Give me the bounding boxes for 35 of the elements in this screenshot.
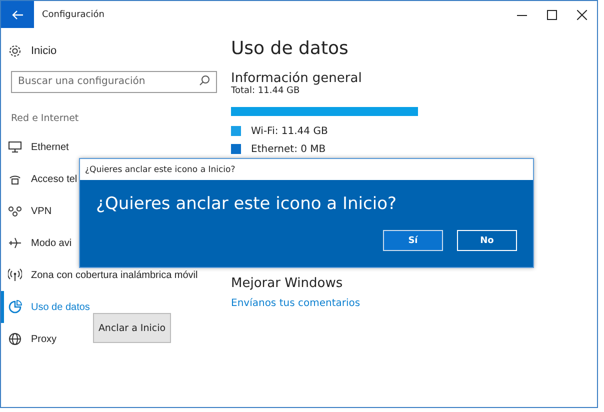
search-field[interactable]: Buscar una configuración bbox=[11, 70, 217, 92]
nav-item[interactable]: Proxy bbox=[1, 323, 57, 355]
dialog-button[interactable]: No bbox=[457, 230, 517, 251]
pie-chart-icon bbox=[8, 300, 22, 314]
monitor-icon bbox=[8, 140, 22, 154]
close-icon bbox=[577, 10, 587, 20]
antenna-icon bbox=[8, 268, 22, 282]
nav-item[interactable]: VPN bbox=[1, 195, 52, 227]
feedback-link[interactable]: Envíanos tus comentarios bbox=[231, 298, 597, 309]
airplane-icon bbox=[8, 236, 22, 250]
total-label: Total: 11.44 GB bbox=[231, 86, 301, 96]
page-title: Uso de datos bbox=[231, 38, 350, 59]
section-heading: Información general bbox=[231, 71, 363, 86]
menu-item[interactable]: Anclar a Inicio bbox=[94, 314, 170, 342]
globe-icon bbox=[8, 332, 22, 346]
nav-item[interactable]: Ethernet bbox=[1, 131, 69, 163]
nav-item[interactable]: Zona con cobertura inalámbrica móvil bbox=[1, 259, 198, 291]
section-heading: Red e Internet bbox=[11, 113, 80, 124]
nav-item[interactable]: Acceso tel bbox=[1, 163, 78, 195]
search-icon bbox=[199, 75, 210, 86]
gear-icon bbox=[8, 44, 22, 58]
nav-item[interactable]: Modo avi bbox=[1, 227, 72, 259]
dialog-message: ¿Quieres anclar este icono a Inicio? bbox=[96, 194, 398, 214]
nav-item[interactable]: Uso de datos bbox=[1, 291, 90, 323]
legend-label: Ethernet: 0 MB bbox=[251, 144, 326, 154]
window-title: Configuración bbox=[42, 10, 106, 20]
dialog-title: ¿Quieres anclar este icono a Inicio? bbox=[80, 159, 533, 180]
vpn-icon bbox=[8, 204, 22, 218]
dialog-button[interactable]: Sí bbox=[383, 230, 443, 251]
home-link[interactable]: Inicio bbox=[1, 41, 57, 61]
back-arrow-icon bbox=[12, 10, 24, 20]
back-button[interactable] bbox=[1, 1, 34, 28]
legend-label: Wi-Fi: 11.44 GB bbox=[251, 126, 328, 136]
maximize-icon bbox=[547, 10, 557, 20]
section-heading: Mejorar Windows bbox=[231, 276, 344, 291]
